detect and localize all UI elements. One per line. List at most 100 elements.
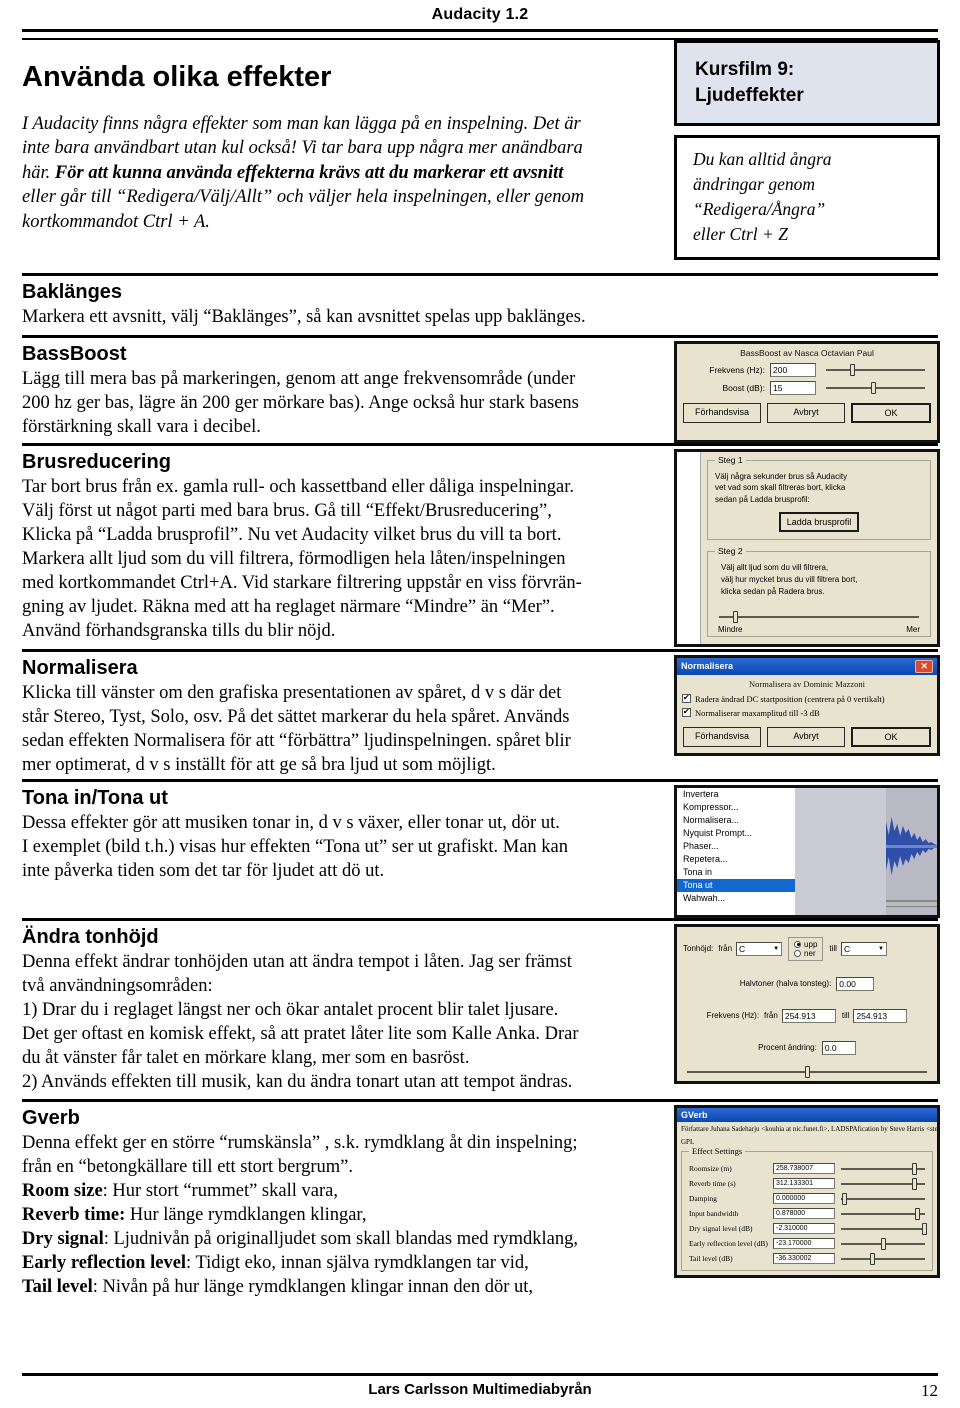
pitch-screenshot-column: Tonhöjd: från C ▼ upp ner till C ▼ Halvt… — [674, 923, 940, 1096]
semitone-input[interactable]: 0.00 — [836, 976, 875, 991]
roomsize-input[interactable]: 258.738007 — [773, 1163, 835, 1175]
pitch-percent-slider[interactable] — [687, 1065, 927, 1078]
noise-slider-max-label: Mer — [906, 625, 920, 635]
boost-input[interactable]: 15 — [770, 380, 816, 395]
tonhojd-line-6: 2) Används effekten till musik, kan du ä… — [22, 1072, 573, 1093]
menu-item-phaser[interactable]: Phaser... — [677, 840, 795, 853]
noise-removal-dialog[interactable]: Steg 1 Välj några sekunder brus så Audac… — [674, 448, 940, 647]
pitch-freq-from-input[interactable]: 254.913 — [781, 1008, 836, 1023]
reverbtime-slider[interactable] — [841, 1177, 925, 1190]
frequency-slider[interactable] — [826, 363, 925, 376]
inputbandwidth-slider[interactable] — [841, 1207, 925, 1220]
damping-label: Damping — [689, 1194, 717, 1204]
close-icon[interactable]: ✕ — [915, 659, 933, 673]
effect-menu-waveform-screenshot[interactable]: Invertera Kompressor... Normalisera... N… — [674, 784, 940, 918]
pitch-note-row: Tonhöjd: från C ▼ upp ner till C ▼ — [677, 927, 937, 963]
dc-offset-checkbox[interactable] — [682, 693, 691, 704]
earlyreflection-thumb[interactable] — [881, 1237, 887, 1250]
noise-amount-slider[interactable] — [719, 611, 919, 624]
menu-item-wahwah[interactable]: Wahwah... — [677, 892, 795, 905]
damping-track — [841, 1197, 925, 1200]
chevron-down-icon-2[interactable]: ▼ — [878, 946, 884, 952]
menu-item-repetera[interactable]: Repetera... — [677, 853, 795, 866]
pitch-to-select[interactable]: C ▼ — [840, 941, 887, 956]
normalisera-dc-checkbox-row[interactable]: Radera ändrad DC startposition (centrera… — [677, 692, 937, 706]
pitch-direction-up-row[interactable]: upp — [794, 940, 817, 949]
menu-item-kompressor[interactable]: Kompressor... — [677, 801, 795, 814]
intro-line-5: kortkommandot Ctrl + A. — [22, 211, 210, 232]
pitch-direction-down-row[interactable]: ner — [794, 949, 817, 958]
boost-slider[interactable] — [826, 381, 925, 394]
brus-line-2: Välj först ut något parti med bara brus.… — [22, 500, 552, 521]
page-number: 12 — [921, 1381, 938, 1400]
chevron-down-icon[interactable]: ▼ — [773, 946, 779, 952]
menu-item-nyquist-prompt[interactable]: Nyquist Prompt... — [677, 827, 795, 840]
taillevel-slider[interactable] — [841, 1252, 925, 1265]
earlyreflection-slider[interactable] — [841, 1237, 925, 1250]
intro-line-3-bold: För att kunna använda effekterna krävs a… — [54, 162, 564, 183]
damping-thumb[interactable] — [841, 1192, 847, 1205]
frequency-input[interactable]: 200 — [770, 362, 816, 377]
inputbandwidth-input[interactable]: 0.878000 — [773, 1208, 835, 1220]
radio-up-icon[interactable] — [794, 940, 802, 948]
normalisera-dialog[interactable]: Normalisera ✕ Normalisera av Dominic Maz… — [674, 654, 940, 756]
gverb-row-reverbtime: Reverb time (s) 312.133301 — [685, 1176, 929, 1191]
roomsize-slider[interactable] — [841, 1162, 925, 1175]
frequency-slider-thumb[interactable] — [849, 363, 855, 376]
gverb-dialog[interactable]: GVerb Författare Juhana Sadeharju <kouhi… — [674, 1105, 940, 1279]
bassboost-ok-button[interactable]: OK — [851, 402, 931, 423]
reverbtime-input[interactable]: 312.133301 — [773, 1178, 835, 1190]
change-pitch-dialog[interactable]: Tonhöjd: från C ▼ upp ner till C ▼ Halvt… — [674, 923, 940, 1084]
pitch-to-label: till — [829, 944, 837, 954]
tip-line-4: eller Ctrl + Z — [693, 223, 788, 244]
damping-input[interactable]: 0.000000 — [773, 1193, 835, 1205]
reverbtime-thumb[interactable] — [911, 1177, 917, 1190]
bassboost-preview-button[interactable]: Förhandsvisa — [683, 402, 761, 423]
pitch-freq-to-input[interactable]: 254.913 — [853, 1008, 908, 1023]
pitch-slider-thumb[interactable] — [804, 1065, 810, 1078]
normalisera-preview-button[interactable]: Förhandsvisa — [683, 726, 761, 747]
section-baklanges: Baklänges Markera ett avsnitt, välj “Bak… — [22, 276, 938, 329]
menu-item-tona-in[interactable]: Tona in — [677, 866, 795, 879]
roomsize-thumb[interactable] — [911, 1162, 917, 1175]
normalisera-maxamp-checkbox-row[interactable]: Normaliserar maxamplitud till -3 dB — [677, 706, 937, 720]
menu-item-normalisera[interactable]: Normalisera... — [677, 814, 795, 827]
normalisera-cancel-button[interactable]: Avbryt — [767, 726, 845, 747]
damping-slider[interactable] — [841, 1192, 925, 1205]
load-noise-profile-button[interactable]: Ladda brusprofil — [778, 512, 860, 533]
drysignal-track — [841, 1227, 925, 1230]
drysignal-slider[interactable] — [841, 1222, 928, 1235]
normalisera-ok-button[interactable]: OK — [851, 726, 931, 747]
section-gverb: Gverb Denna effekt ger en större “rumskä… — [22, 1102, 940, 1301]
percent-change-label: Procent ändring: — [758, 1043, 817, 1053]
pitch-from-label: från — [718, 944, 733, 954]
inputbandwidth-thumb[interactable] — [914, 1207, 920, 1220]
body-normalisera: Klicka till vänster om den grafiska pres… — [22, 681, 660, 777]
section-tonhojd: Ändra tonhöjd Denna effekt ändrar tonhöj… — [22, 921, 940, 1096]
intro-line-4: eller går till “Redigera/Välj/Allt” och … — [22, 187, 585, 208]
boost-slider-thumb[interactable] — [870, 381, 876, 394]
heading-baklanges: Baklänges — [22, 280, 123, 303]
track-waveform-panel[interactable] — [795, 787, 937, 915]
earlyreflection-input[interactable]: -23.170000 — [773, 1238, 835, 1250]
gverb-effect-settings-group: Effect Settings Roomsize (m) 258.738007 … — [681, 1146, 933, 1272]
menu-item-invertera[interactable]: Invertera — [677, 788, 795, 801]
radio-down-icon[interactable] — [794, 949, 802, 957]
effect-menu[interactable]: Invertera Kompressor... Normalisera... N… — [677, 787, 795, 915]
document-footer: Lars Carlsson Multimediabyrån 12 — [22, 1373, 938, 1400]
bassboost-cancel-button[interactable]: Avbryt — [767, 402, 845, 423]
max-amplitude-checkbox[interactable] — [682, 707, 691, 718]
bassboost-dialog[interactable]: BassBoost av Nasca Octavian Paul Frekven… — [674, 340, 940, 443]
percent-change-input[interactable]: 0.0 — [821, 1040, 856, 1055]
drysignal-thumb[interactable] — [922, 1222, 928, 1235]
gverb-row-taillevel: Tail level (dB) -36.330002 — [685, 1251, 929, 1266]
taillevel-input[interactable]: -36.330002 — [773, 1253, 835, 1265]
pitch-from-select[interactable]: C ▼ — [736, 941, 783, 956]
norm-line-1: Klicka till vänster om den grafiska pres… — [22, 682, 562, 703]
drysignal-input[interactable]: -2.310000 — [773, 1223, 835, 1235]
taillevel-thumb[interactable] — [870, 1252, 876, 1265]
menu-item-tona-ut[interactable]: Tona ut — [677, 878, 795, 892]
noise-slider-thumb[interactable] — [733, 611, 738, 624]
max-amplitude-label: Normaliserar maxamplitud till -3 dB — [695, 707, 820, 718]
normalisera-titlebar: Normalisera ✕ — [677, 657, 937, 675]
